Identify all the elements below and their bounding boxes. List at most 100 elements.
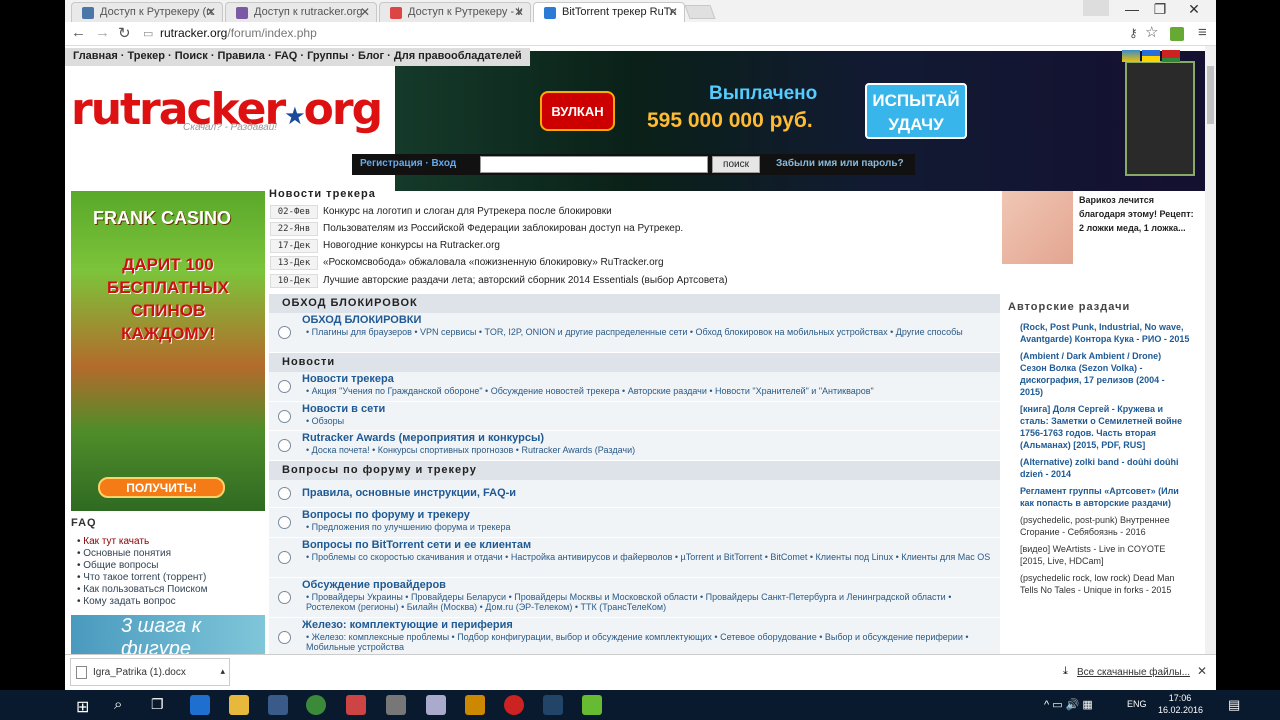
subforum-links[interactable]: • Доска почета! • Конкурсы спортивных пр… [306, 445, 996, 455]
forum-row[interactable]: Железо: комплектующие и периферия • Желез… [269, 618, 1000, 654]
faq-link[interactable]: Кому задать вопрос [77, 596, 207, 608]
close-icon[interactable]: ✕ [514, 5, 524, 19]
forum-title[interactable]: Rutracker Awards (мероприятия и конкурсы… [302, 432, 544, 444]
forum-row[interactable]: Правила, основные инструкции, FAQ-и [269, 480, 1000, 508]
forum-title[interactable]: Вопросы по BitTorrent сети и ее клиентам [302, 539, 531, 551]
news-item[interactable]: 10-Дек Лучшие авторские раздачи лета; авт… [270, 274, 728, 289]
app-icon[interactable] [582, 695, 602, 715]
forum-title[interactable]: Новости трекера [302, 373, 394, 385]
subforum-links[interactable]: • Провайдеры Украины • Провайдеры Белару… [306, 592, 996, 612]
news-item[interactable]: 02-Фев Конкурс на логотип и слоган для Ру… [270, 205, 612, 220]
ad-text[interactable]: Варикоз лечится благодаря этому! Рецепт:… [1079, 193, 1194, 235]
category-header[interactable]: Вопросы по форуму и трекеру [269, 461, 1000, 480]
search-input[interactable] [480, 156, 708, 173]
release-link[interactable]: (Rock, Post Punk, Industrial, No wave, A… [1020, 321, 1190, 345]
chrome-icon[interactable] [306, 695, 326, 715]
news-item[interactable]: 13-Дек «Роскомсвобода» обжаловала «пожизн… [270, 256, 664, 271]
release-link[interactable]: (psychedelic, post-punk) Внутреннее Сгор… [1020, 514, 1190, 538]
windows-start-icon[interactable]: ⊞ [76, 697, 89, 717]
forum-title[interactable]: Обсуждение провайдеров [302, 579, 446, 591]
login-link[interactable]: Вход [431, 158, 456, 169]
flag-ua-icon[interactable] [1142, 50, 1160, 62]
star-icon[interactable]: ☆ [1145, 23, 1158, 41]
faq-link[interactable]: Как тут качать [77, 536, 207, 548]
news-item[interactable]: 17-Дек Новогодние конкурсы на Rutracker.o… [270, 239, 500, 254]
close-icon[interactable]: ✕ [206, 5, 216, 19]
release-link[interactable]: Регламент группы «Артсовет» (Или как поп… [1020, 485, 1190, 509]
close-icon[interactable]: ✕ [1197, 664, 1207, 678]
taskbar-clock[interactable]: 17:06 16.02.2016 [1158, 692, 1203, 716]
app-icon[interactable] [346, 695, 366, 715]
news-text[interactable]: «Роскомсвобода» обжаловала «пожизненную … [323, 257, 664, 268]
subforum-links[interactable]: • Проблемы со скоростью скачивания и отд… [306, 552, 996, 562]
reload-icon[interactable]: ↻ [118, 24, 131, 42]
tab-rutracker-active[interactable]: BitTorrent трекер RuTracke ✕ [533, 2, 685, 22]
category-header[interactable]: ОБХОД БЛОКИРОВОК [269, 294, 1000, 313]
tray-icons[interactable]: ^ ▭ 🔊 ▦ [1044, 698, 1093, 711]
search-icon[interactable]: ⌕ [114, 696, 122, 713]
news-item[interactable]: 22-Янв Пользователям из Российской Федера… [270, 222, 683, 237]
vertical-scrollbar[interactable] [1205, 46, 1216, 654]
news-text[interactable]: Новогодние конкурсы на Rutracker.org [323, 240, 500, 251]
release-link[interactable]: (psychedelic rock, low rock) Dead Man Te… [1020, 572, 1190, 596]
release-link[interactable]: [книга] Доля Сергей - Кружева и сталь: З… [1020, 403, 1190, 451]
subforum-links[interactable]: • Акция "Учения по Гражданской обороне" … [306, 386, 996, 396]
steps-ad[interactable]: 3 шага к фигуре [71, 615, 265, 654]
extension-icon[interactable] [1170, 27, 1184, 41]
app-icon[interactable] [465, 695, 485, 715]
try-luck-button[interactable]: ИСПЫТАЙ УДАЧУ [865, 83, 967, 139]
forum-row[interactable]: Вопросы по форуму и трекеру • Предложения… [269, 508, 1000, 538]
forum-title[interactable]: ОБХОД БЛОКИРОВКИ [302, 314, 421, 326]
close-icon[interactable]: ✕ [668, 5, 678, 19]
faq-link[interactable]: Что такое torrent (торрент) [77, 572, 207, 584]
notifications-icon[interactable]: ▤ [1228, 697, 1240, 713]
forum-title[interactable]: Правила, основные инструкции, FAQ-и [302, 487, 516, 499]
chevron-up-icon[interactable]: ▴ [220, 666, 225, 677]
tab-1[interactable]: Доступ к Рутрекеру (rutra ✕ [71, 2, 223, 22]
app-icon[interactable] [504, 695, 524, 715]
subforum-links[interactable]: • Предложения по улучшению форума и трек… [306, 522, 996, 532]
explorer-icon[interactable] [229, 695, 249, 715]
flag-by-icon[interactable] [1162, 50, 1180, 62]
forum-row[interactable]: Новости в сети • Обзоры [269, 402, 1000, 431]
forum-title[interactable]: Железо: комплектующие и периферия [302, 619, 513, 631]
release-link[interactable]: (Ambient / Dark Ambient / Drone) Сезон В… [1020, 350, 1190, 398]
news-text[interactable]: Лучшие авторские раздачи лета; авторский… [323, 275, 728, 286]
close-icon[interactable]: ✕ [360, 5, 370, 19]
store-icon[interactable] [268, 695, 288, 715]
key-icon[interactable]: ⚷ [1129, 26, 1138, 40]
task-view-icon[interactable]: ❐ [151, 696, 164, 713]
menu-icon[interactable]: ≡ [1198, 24, 1207, 41]
edge-icon[interactable] [190, 695, 210, 715]
forum-row[interactable]: ОБХОД БЛОКИРОВКИ • Плагины для браузеров … [269, 313, 1000, 353]
subforum-links[interactable]: • Плагины для браузеров • VPN сервисы • … [306, 327, 996, 337]
tab-2[interactable]: Доступ к rutracker.org ✕ [225, 2, 377, 22]
register-link[interactable]: Регистрация [360, 158, 423, 169]
address-bar[interactable]: rutracker.org/forum/index.php [160, 26, 317, 40]
user-icon[interactable] [1083, 0, 1109, 16]
scrollbar-thumb[interactable] [1207, 66, 1214, 124]
casino-get-button[interactable]: ПОЛУЧИТЬ! [98, 477, 225, 498]
minimize-button[interactable]: — [1117, 1, 1147, 17]
language-indicator[interactable]: ENG [1127, 699, 1147, 709]
download-item[interactable]: Igra_Patrika (1).docx ▴ [70, 658, 230, 686]
steam-icon[interactable] [543, 695, 563, 715]
release-link[interactable]: (Alternative) zolki band - doûhi doûhi d… [1020, 456, 1190, 480]
app-icon[interactable] [386, 695, 406, 715]
back-icon[interactable]: ← [71, 24, 86, 41]
frank-casino-ad[interactable]: FRANK CASINO ДАРИТ 100 БЕСПЛАТНЫХ СПИНОВ… [71, 191, 265, 511]
forum-title[interactable]: Вопросы по форуму и трекеру [302, 509, 470, 521]
top-navigation[interactable]: Главная · Трекер · Поиск · Правила · FAQ… [65, 48, 530, 66]
show-all-downloads-link[interactable]: Все скачанные файлы... [1077, 667, 1190, 678]
subforum-links[interactable]: • Обзоры [306, 416, 996, 426]
forward-icon[interactable]: → [95, 24, 110, 41]
close-window-button[interactable]: ✕ [1179, 1, 1209, 18]
faq-link[interactable]: Общие вопросы [77, 560, 207, 572]
new-tab-button[interactable] [684, 5, 716, 19]
release-link[interactable]: [видео] WeArtists - Live in COYOTE [2015… [1020, 543, 1190, 567]
flag-kz-icon[interactable] [1122, 50, 1140, 62]
faq-link[interactable]: Основные понятия [77, 548, 207, 560]
forum-row[interactable]: Вопросы по BitTorrent сети и ее клиентам… [269, 538, 1000, 578]
forum-row[interactable]: Обсуждение провайдеров • Провайдеры Украи… [269, 578, 1000, 618]
app-icon[interactable] [426, 695, 446, 715]
